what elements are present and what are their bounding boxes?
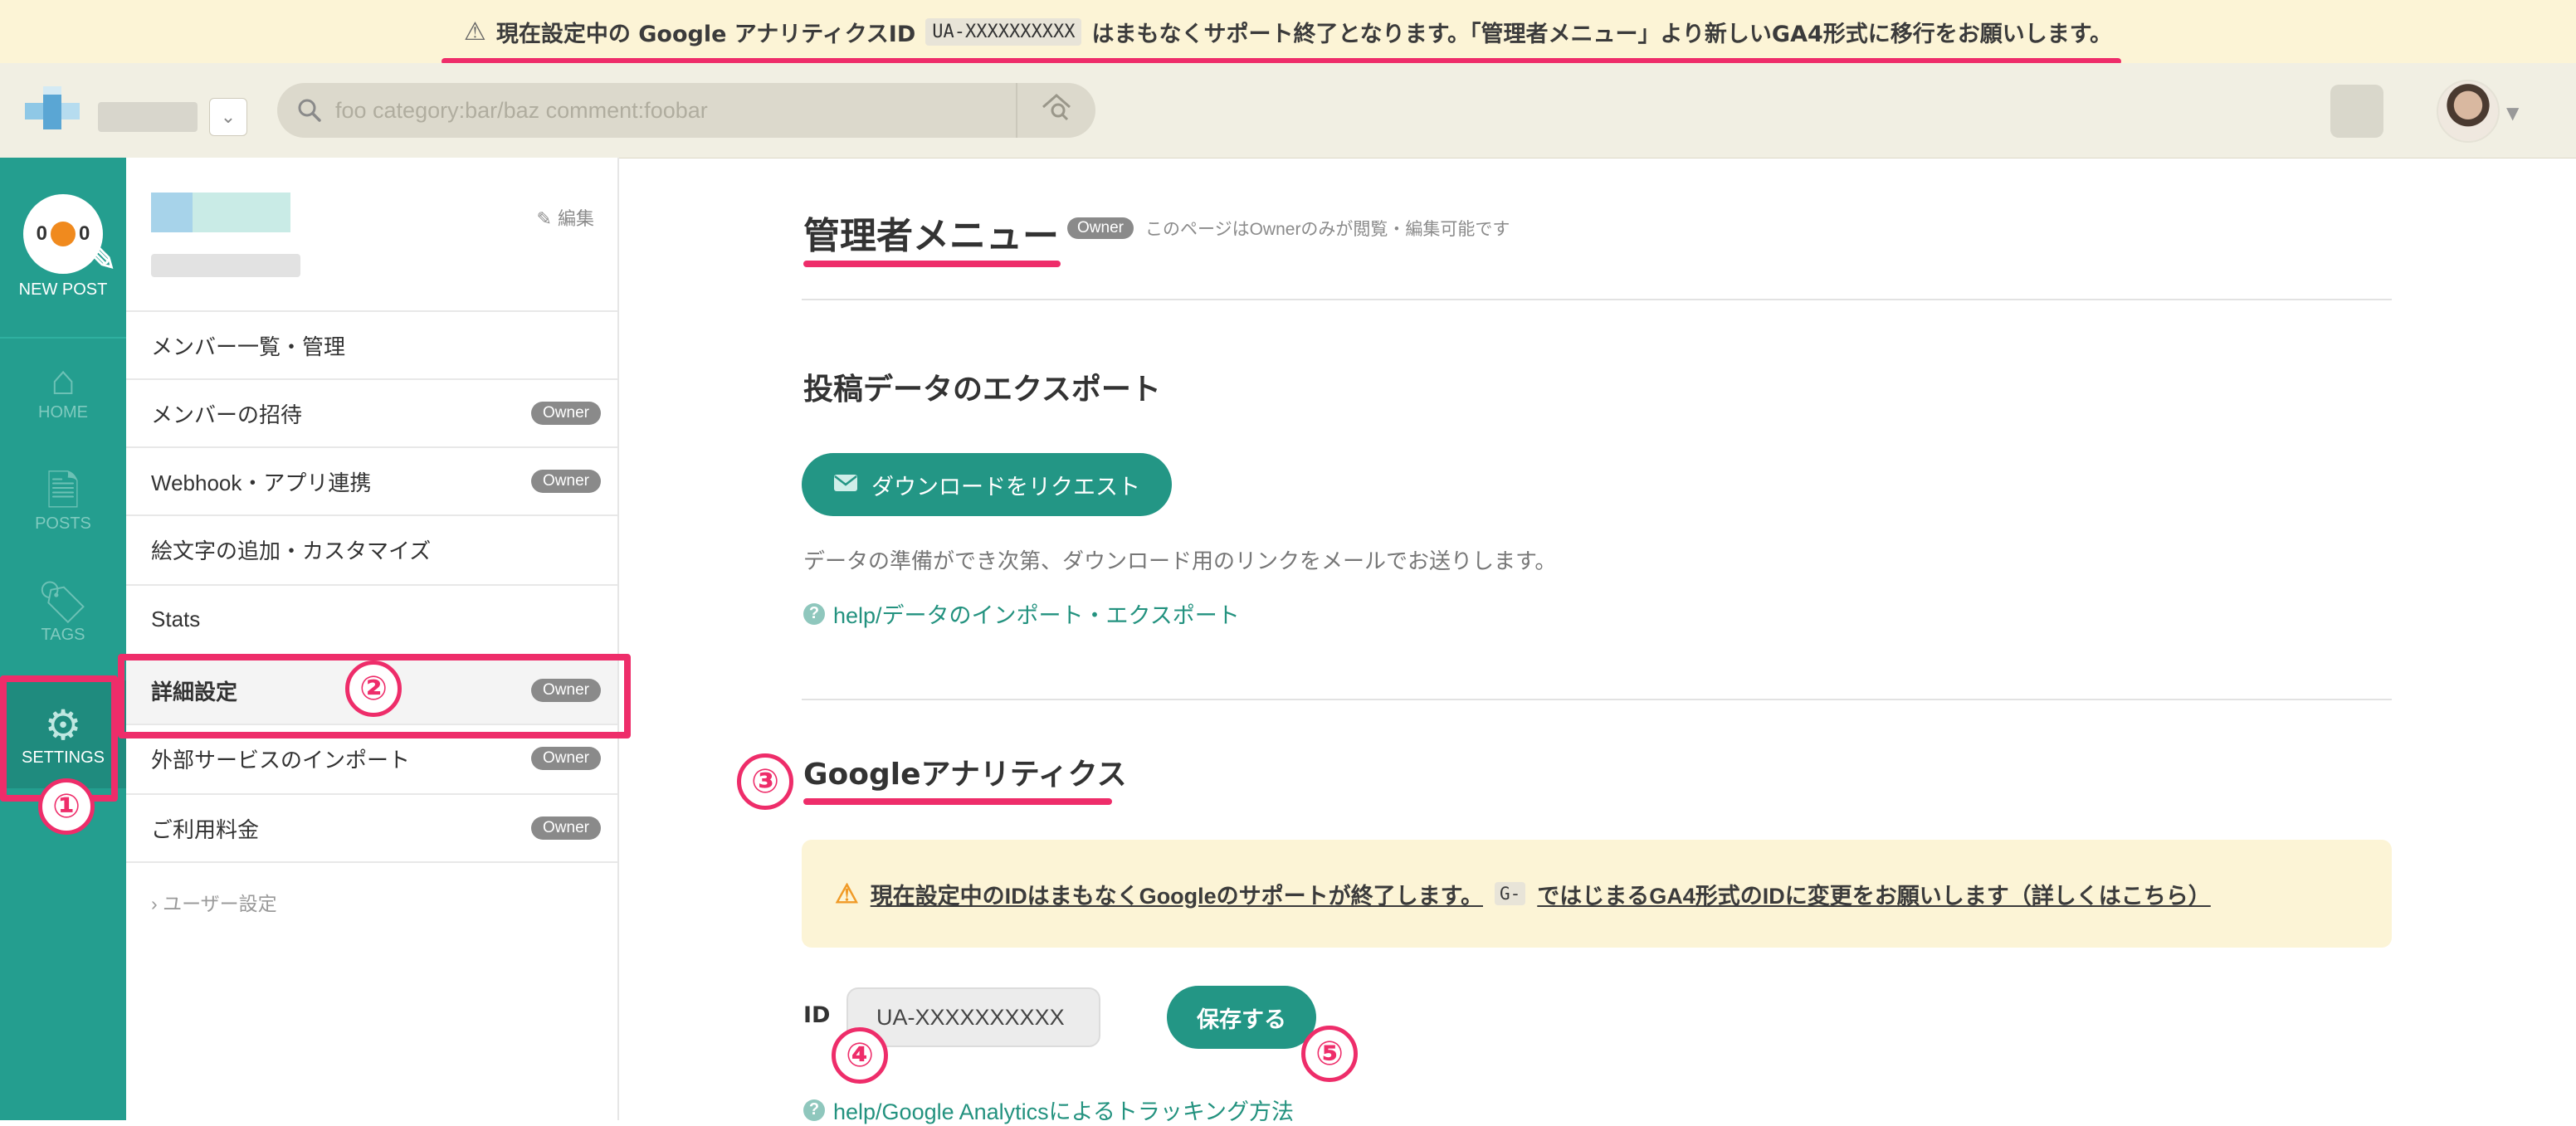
user-settings-link[interactable]: › ユーザー設定 xyxy=(151,888,277,916)
app-header: ⌄ ▼ xyxy=(0,63,2576,158)
nav-posts[interactable]: 🗎 POSTS xyxy=(0,468,126,534)
owner-badge: Owner xyxy=(1067,217,1134,239)
warning-icon: ⚠ xyxy=(835,879,859,909)
export-help-link[interactable]: ? help/データのインポート・エクスポート xyxy=(803,597,1240,630)
menu-webhook[interactable]: Webhook・アプリ連携 Owner xyxy=(126,446,617,514)
menu-label: Webhook・アプリ連携 xyxy=(151,470,372,495)
export-description: データの準備ができ次第、ダウンロード用のリンクをメールでお送りします。 xyxy=(803,548,1557,573)
menu-label: ご利用料金 xyxy=(151,816,260,842)
envelope-icon xyxy=(833,472,858,498)
tag-icon: 🏷 xyxy=(37,579,90,626)
settings-sidebar: ✎ 編集 メンバー一覧・管理 メンバーの招待 Owner Webhook・アプリ… xyxy=(126,158,619,1120)
edit-team-link[interactable]: ✎ 編集 xyxy=(537,204,594,231)
banner-text-prefix: 現在設定中の Google アナリティクスID xyxy=(495,21,916,47)
ga-section-title: Googleアナリティクス xyxy=(803,758,1127,792)
edit-label: 編集 xyxy=(557,209,594,230)
menu-label: 絵文字の追加・カスタマイズ xyxy=(151,538,432,563)
search-input[interactable] xyxy=(334,82,1016,139)
page-title: 管理者メニュー xyxy=(803,215,1059,257)
save-label: 保存する xyxy=(1197,1007,1286,1032)
menu-members[interactable]: メンバー一覧・管理 xyxy=(126,310,617,378)
ga-help-link[interactable]: ? help/Google Analyticsによるトラッキング方法 xyxy=(803,1094,1294,1126)
owner-only-note: このページはOwnerのみが閲覧・編集可能です xyxy=(1145,220,1510,239)
new-post-label: NEW POST xyxy=(18,280,108,299)
pencil-icon: ✎ xyxy=(88,241,116,278)
main-content: 管理者メニュー Owner このページはOwnerのみが閲覧・編集可能です 投稿… xyxy=(619,158,2576,1124)
ga-id-input[interactable] xyxy=(846,987,1100,1047)
caret-down-icon[interactable]: ▼ xyxy=(2506,103,2519,123)
advanced-search-button[interactable] xyxy=(1016,83,1095,138)
user-settings-label: ユーザー設定 xyxy=(163,893,277,914)
download-request-label: ダウンロードをリクエスト xyxy=(871,474,1140,500)
chevron-down-icon: ⌄ xyxy=(220,106,237,128)
search-icon xyxy=(297,98,322,123)
notifications-button[interactable] xyxy=(2330,85,2383,138)
owner-badge: Owner xyxy=(531,470,601,493)
nav-posts-label: POSTS xyxy=(35,514,91,533)
team-name xyxy=(98,102,198,132)
ga-alert-prefix: 現在設定中のIDはまもなくGoogleのサポートが終了します。 xyxy=(870,883,1483,909)
menu-stats[interactable]: Stats xyxy=(126,584,617,652)
ga-help-label: help/Google Analyticsによるトラッキング方法 xyxy=(833,1099,1295,1124)
nav-tags-label: TAGS xyxy=(41,626,85,644)
banner-ga-id: UA-XXXXXXXXXX xyxy=(925,17,1082,46)
ga-alert-suffix: ではじまるGA4形式のIDに変更をお願いします（詳しくはこちら） xyxy=(1537,883,2211,909)
deprecation-banner: ⚠ 現在設定中の Google アナリティクスID UA-XXXXXXXXXX … xyxy=(0,0,2576,63)
menu-invite[interactable]: メンバーの招待 Owner xyxy=(126,378,617,446)
title-underline-annotation xyxy=(803,261,1061,267)
advanced-search-icon xyxy=(1040,92,1073,129)
ga-alert-code: G- xyxy=(1494,882,1526,905)
home-icon: ⌂ xyxy=(50,357,76,403)
save-button[interactable]: 保存する xyxy=(1167,986,1316,1049)
team-subtitle xyxy=(151,254,300,277)
annotation-3: ③ xyxy=(737,753,793,810)
help-icon: ? xyxy=(803,1099,825,1121)
nav-home[interactable]: ⌂ HOME xyxy=(0,357,126,422)
menu-emoji[interactable]: 絵文字の追加・カスタマイズ xyxy=(126,514,617,582)
annotation-4: ④ xyxy=(832,1027,888,1084)
owner-badge: Owner xyxy=(531,816,601,840)
annotation-2: ② xyxy=(345,660,402,717)
nav-home-label: HOME xyxy=(38,403,88,422)
export-section-title: 投稿データのエクスポート xyxy=(803,373,1161,407)
pencil-icon: ✎ xyxy=(536,209,552,230)
export-help-label: help/データのインポート・エクスポート xyxy=(833,603,1240,628)
search-bar xyxy=(277,82,1095,139)
owner-badge: Owner xyxy=(531,747,601,770)
menu-label: メンバーの招待 xyxy=(151,402,303,427)
wip-count: 0 xyxy=(36,222,47,245)
warning-icon: ⚠ xyxy=(463,17,486,46)
new-post-button[interactable]: 0 0 ✎ NEW POST xyxy=(0,194,126,300)
annotation-5: ⑤ xyxy=(1301,1026,1358,1082)
chevron-right-icon: › xyxy=(151,893,158,914)
help-icon: ? xyxy=(803,602,825,625)
document-icon: 🗎 xyxy=(46,468,80,514)
nav-tags[interactable]: 🏷 TAGS xyxy=(0,579,126,645)
menu-label: Stats xyxy=(151,606,201,631)
banner-text-suffix: はまもなくサポート終了となります。「管理者メニュー」より新しいGA4形式に移行を… xyxy=(1091,21,2113,47)
download-request-button[interactable]: ダウンロードをリクエスト xyxy=(802,453,1172,516)
user-avatar[interactable] xyxy=(2437,80,2500,143)
ga-deprecation-alert[interactable]: ⚠ 現在設定中のIDはまもなくGoogleのサポートが終了します。 G- ではじ… xyxy=(802,840,2392,948)
team-thumbnail xyxy=(151,193,290,232)
owner-badge: Owner xyxy=(531,402,601,425)
annotation-1: ① xyxy=(38,778,95,835)
id-label: ID xyxy=(803,1002,831,1028)
new-post-icon: 0 0 ✎ xyxy=(23,194,116,278)
menu-label: メンバー一覧・管理 xyxy=(151,334,346,359)
menu-billing[interactable]: ご利用料金 Owner xyxy=(126,793,617,863)
team-dropdown-button[interactable]: ⌄ xyxy=(209,98,247,136)
ga-title-underline-annotation xyxy=(803,798,1112,805)
left-nav-rail: 0 0 ✎ NEW POST ⌂ HOME 🗎 POSTS 🏷 TAGS ⚙ S… xyxy=(0,158,126,1120)
menu-label: 外部サービスのインポート xyxy=(151,747,411,773)
